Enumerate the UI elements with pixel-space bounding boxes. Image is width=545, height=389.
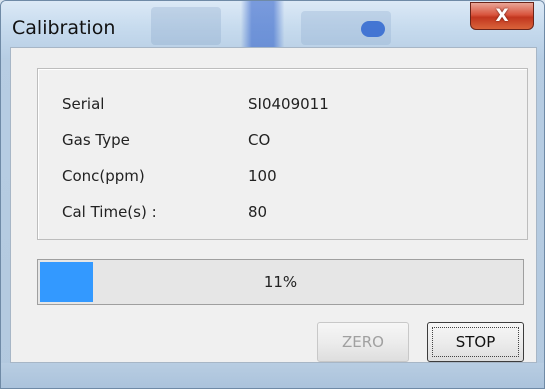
concentration-value: 100 <box>248 167 277 185</box>
cal-time-value: 80 <box>248 203 268 221</box>
close-icon: X <box>495 5 509 26</box>
calibration-progress-bar: 11% <box>37 259 524 305</box>
window-title: Calibration <box>12 17 116 39</box>
zero-button[interactable]: ZERO <box>317 322 409 362</box>
dialog-content: Serial SI0409011 Gas Type CO Conc(ppm) 1… <box>10 47 537 363</box>
titlebar-glass-reflection <box>151 7 221 45</box>
concentration-label: Conc(ppm) <box>62 167 145 185</box>
serial-label: Serial <box>62 95 105 113</box>
progress-percent-text: 11% <box>263 273 298 291</box>
close-button[interactable]: X <box>470 2 534 30</box>
gas-type-value: CO <box>248 131 271 149</box>
window-bottom-frame <box>1 363 544 388</box>
calibration-info-group: Serial SI0409011 Gas Type CO Conc(ppm) 1… <box>37 68 528 240</box>
stop-button-label: STOP <box>455 333 496 351</box>
calibration-dialog: Calibration X Serial SI0409011 Gas Type … <box>0 0 545 389</box>
cal-time-label: Cal Time(s) : <box>62 203 157 221</box>
gas-type-label: Gas Type <box>62 131 130 149</box>
serial-value: SI0409011 <box>248 95 329 113</box>
stop-button[interactable]: STOP <box>427 322 524 362</box>
titlebar-glass-reflection <box>361 21 385 37</box>
